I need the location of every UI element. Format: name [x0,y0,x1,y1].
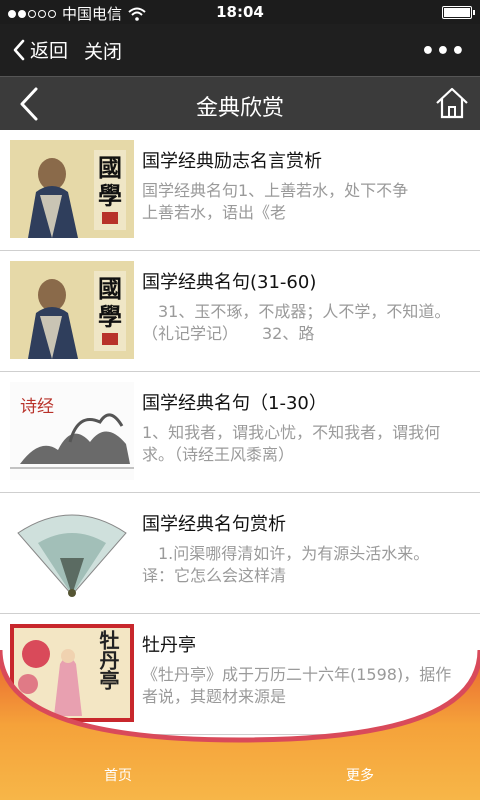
thumbnail-caption: 學 [98,303,122,331]
article-title: 国学经典名句(31-60) [142,272,317,293]
list-item[interactable]: 牡丹亭 牡丹亭 《牡丹亭》成于万历二十六年(1598)，据作者说，其题材来源是 [0,614,480,735]
article-summary: 1.问渠哪得清如许，为有源头活水来。 译：它怎么会这样清 [142,544,452,585]
thumbnail-caption: 國 [98,154,122,182]
article-summary: 《牡丹亭》成于万历二十六年(1598)，据作者说，其题材来源是 [142,665,452,706]
list-item[interactable]: 國 學 国学经典励志名言赏析 国学经典名句1、上善若水，处下不争 上善若水，语出… [0,130,480,251]
article-summary: 31、玉不琢，不成器；人不学，不知道。（礼记学记） 32、路 [142,302,451,343]
status-time: 18:04 [216,3,264,21]
article-summary: 1、知我者，谓我心忧，不知我者，谓我何求。（诗经王风黍离） [142,423,441,464]
more-options-icon[interactable]: ••• [421,39,466,64]
nav-back-button[interactable]: 返回 [12,36,68,63]
thumbnail-caption: 學 [98,182,122,210]
article-thumbnail [10,503,134,601]
page-title: 金典欣赏 [195,96,284,121]
browser-navbar: 返回 关闭 ••• [0,24,480,76]
article-thumbnail: 國 學 [10,261,134,359]
nav-close-button[interactable]: 关闭 [84,37,122,64]
article-list: 國 學 国学经典励志名言赏析 国学经典名句1、上善若水，处下不争 上善若水，语出… [0,130,480,740]
list-item[interactable]: 诗经 国学经典名句（1-30） 1、知我者，谓我心忧，不知我者，谓我何求。（诗经… [0,372,480,493]
chevron-left-icon [13,39,25,60]
article-title: 国学经典名句赏析 [142,514,286,535]
tab-more[interactable]: 更多 [346,765,374,785]
article-title: 国学经典励志名言赏析 [142,151,322,172]
page-header: 金典欣赏 [0,76,480,130]
tab-home[interactable]: 首页 [104,765,132,785]
thumbnail-caption: 牡丹亭 [96,629,120,690]
home-icon [436,87,468,119]
status-bar: 中国电信 18:04 [0,0,480,24]
list-item[interactable]: 国学经典名句赏析 1.问渠哪得清如许，为有源头活水来。 译：它怎么会这样清 [0,493,480,614]
nav-back-label: 返回 [30,40,69,62]
thumbnail-caption: 國 [98,275,122,303]
article-thumbnail: 诗经 [10,382,134,480]
article-thumbnail: 國 學 [10,140,134,238]
article-summary: 国学经典名句1、上善若水，处下不争 上善若水，语出《老 [142,181,441,222]
home-button[interactable] [434,86,470,124]
article-title: 牡丹亭 [142,635,196,656]
article-thumbnail: 牡丹亭 [10,624,134,722]
article-title: 国学经典名句（1-30） [142,393,327,414]
thumbnail-caption: 诗经 [20,397,54,417]
battery-icon [442,6,475,19]
list-item[interactable]: 國 學 国学经典名句(31-60) 31、玉不琢，不成器；人不学，不知道。（礼记… [0,251,480,372]
